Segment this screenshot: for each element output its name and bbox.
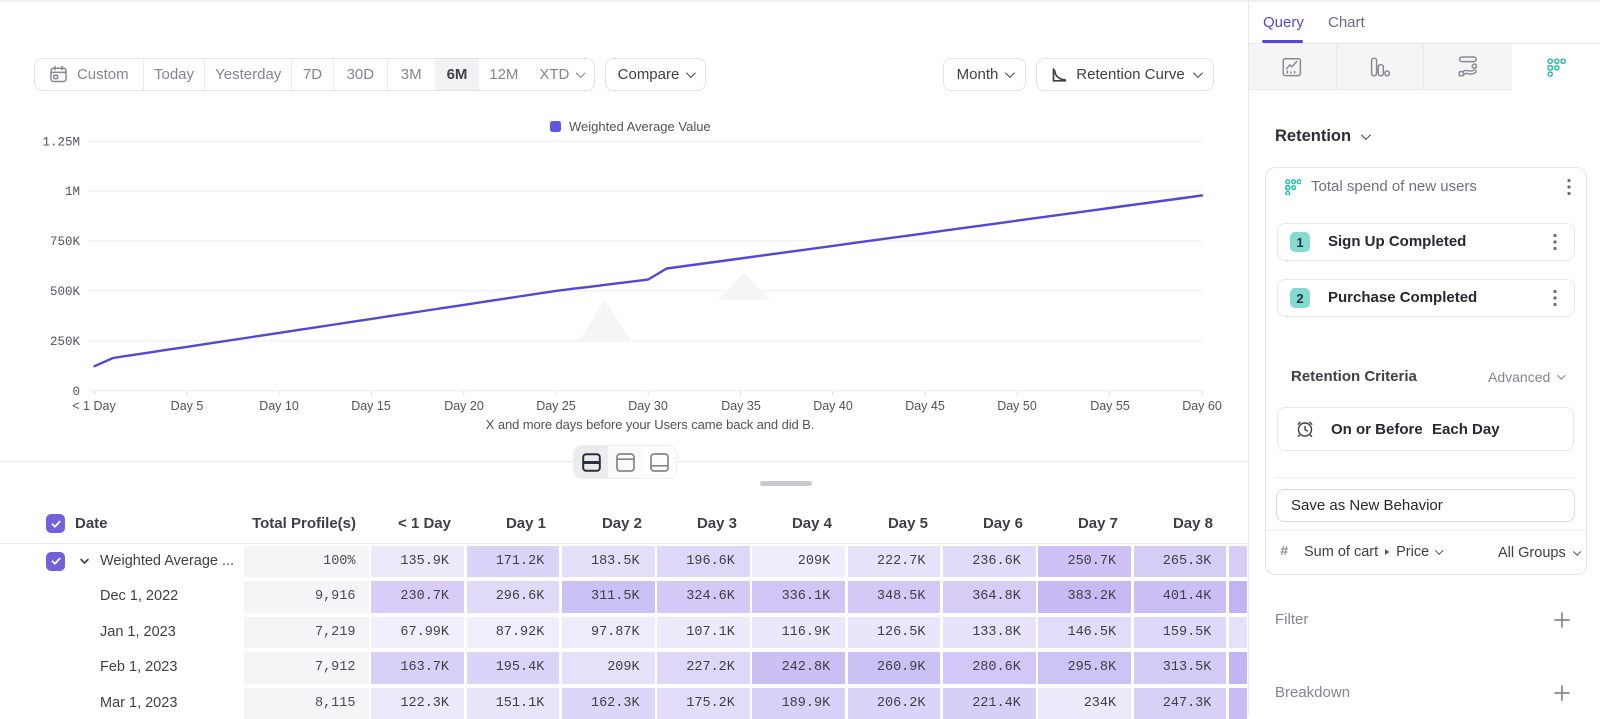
svg-text:500K: 500K: [50, 285, 81, 299]
svg-text:0: 0: [72, 385, 80, 399]
svg-text:750K: 750K: [50, 235, 81, 249]
svg-text:1M: 1M: [65, 185, 80, 199]
svg-text:1.25M: 1.25M: [42, 135, 80, 149]
svg-text:250K: 250K: [50, 335, 81, 349]
